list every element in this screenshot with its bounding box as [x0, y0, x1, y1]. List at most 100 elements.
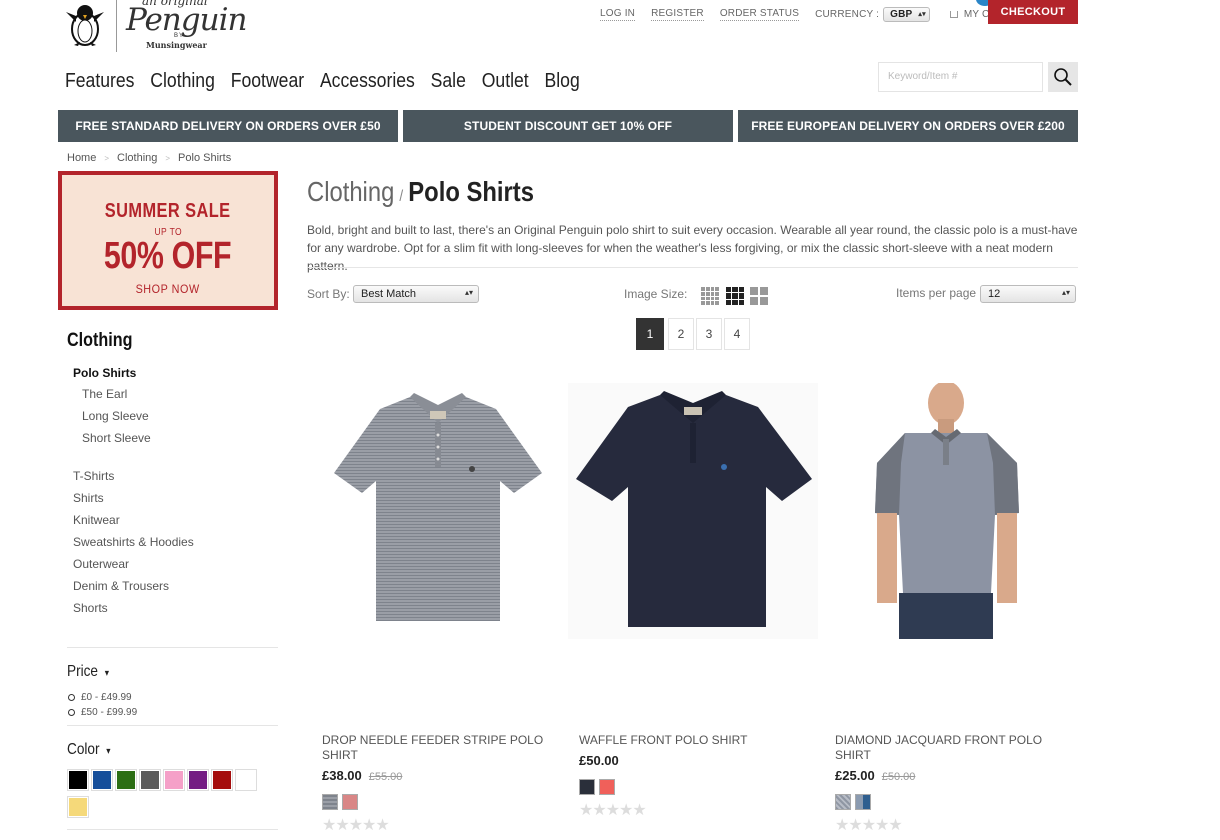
currency-label: CURRENCY :	[815, 8, 880, 20]
brand-logo[interactable]: an original Penguin BY Munsingwear	[58, 0, 247, 56]
product-price: £38.00 £55.00	[322, 768, 402, 783]
sidebar-item-denim-trousers[interactable]: Denim & Trousers	[73, 579, 169, 593]
chevron-right-icon: >	[165, 153, 171, 163]
select-arrows-icon: ▴▾	[464, 288, 473, 297]
sidebar-item-polo-shirts[interactable]: Polo Shirts	[73, 366, 136, 380]
utility-links: LOG IN REGISTER ORDER STATUS CURRENCY : …	[600, 6, 1010, 22]
items-per-page-value: 12	[988, 288, 1001, 300]
radio-icon	[68, 709, 75, 716]
logo-munsingwear: Munsingwear	[146, 40, 207, 50]
breadcrumb-home[interactable]: Home	[67, 152, 96, 164]
logo-by: BY	[174, 33, 185, 39]
sidebar-item-long-sleeve[interactable]: Long Sleeve	[82, 409, 149, 423]
nav-blog[interactable]: Blog	[545, 70, 580, 93]
chevron-right-icon: >	[104, 153, 110, 163]
sidebar-item-short-sleeve[interactable]: Short Sleeve	[82, 431, 151, 445]
color-swatch[interactable]	[115, 769, 137, 791]
register-link[interactable]: REGISTER	[651, 7, 704, 21]
nav-sale[interactable]: Sale	[431, 70, 466, 93]
product-swatch[interactable]	[322, 794, 338, 810]
color-filter-toggle[interactable]: Color ▾	[67, 741, 111, 759]
promo-student-discount[interactable]: STUDENT DISCOUNT GET 10% OFF	[403, 110, 733, 142]
sidebar-item-knitwear[interactable]: Knitwear	[73, 513, 120, 527]
sidebar-item-t-shirts[interactable]: T-Shirts	[73, 469, 114, 483]
page-3[interactable]: 3	[696, 318, 722, 350]
login-link[interactable]: LOG IN	[600, 7, 636, 21]
items-per-page-select[interactable]: 12 ▴▾	[980, 285, 1076, 303]
promo-free-delivery[interactable]: FREE STANDARD DELIVERY ON ORDERS OVER £5…	[58, 110, 398, 142]
sidebar-item-shorts[interactable]: Shorts	[73, 601, 108, 615]
price-filter-toggle[interactable]: Price ▾	[67, 663, 109, 681]
caret-down-icon: ▾	[104, 668, 110, 679]
page-2[interactable]: 2	[668, 318, 694, 350]
currency-select[interactable]: GBP ▴▾	[883, 6, 930, 22]
sale-shop-now: SHOP NOW	[135, 282, 201, 296]
page-1[interactable]: 1	[636, 318, 664, 350]
rating-stars: ★★★★★	[835, 817, 903, 834]
image-size-label: Image Size:	[624, 287, 688, 301]
search-button[interactable]	[1048, 62, 1078, 92]
logo-divider	[116, 0, 117, 52]
grid-medium-icon[interactable]	[726, 287, 744, 305]
breadcrumb-current: Polo Shirts	[178, 152, 232, 164]
color-swatch[interactable]	[91, 769, 113, 791]
breadcrumb-clothing[interactable]: Clothing	[117, 152, 157, 164]
nav-accessories[interactable]: Accessories	[320, 70, 415, 93]
sidebar-item-outerwear[interactable]: Outerwear	[73, 557, 129, 571]
color-swatch[interactable]	[187, 769, 209, 791]
order-status-link[interactable]: ORDER STATUS	[719, 7, 800, 21]
product-swatch[interactable]	[835, 794, 851, 810]
divider	[67, 725, 278, 726]
color-swatch[interactable]	[139, 769, 161, 791]
color-swatch[interactable]	[235, 769, 257, 791]
sale-title: SUMMER SALE	[105, 200, 231, 222]
nav-features[interactable]: Features	[65, 70, 134, 93]
product-image-diamond-jacquard[interactable]	[835, 383, 1057, 639]
page-4[interactable]: 4	[724, 318, 750, 350]
caret-down-icon: ▾	[106, 746, 111, 757]
product-name[interactable]: DROP NEEDLE FEEDER STRIPE POLO SHIRT	[322, 733, 552, 763]
color-swatch[interactable]	[67, 796, 89, 818]
promo-european-delivery[interactable]: FREE EUROPEAN DELIVERY ON ORDERS OVER £2…	[738, 110, 1078, 142]
search-input[interactable]: Keyword/Item #	[878, 62, 1043, 92]
items-per-page-label: Items per page	[896, 286, 977, 300]
color-swatch[interactable]	[211, 769, 233, 791]
sidebar-item-the-earl[interactable]: The Earl	[82, 387, 127, 401]
nav-footwear[interactable]: Footwear	[231, 70, 304, 93]
summer-sale-banner[interactable]: SUMMER SALE UP TO 50% OFF SHOP NOW	[58, 171, 278, 310]
price-filter-heading: Price	[67, 663, 98, 680]
product-name[interactable]: WAFFLE FRONT POLO SHIRT	[579, 733, 779, 748]
product-swatch[interactable]	[342, 794, 358, 810]
sort-select[interactable]: Best Match ▴▾	[353, 285, 479, 303]
product-name[interactable]: DIAMOND JACQUARD FRONT POLO SHIRT	[835, 733, 1065, 763]
color-filter-heading: Color	[67, 741, 100, 758]
rating-stars: ★★★★★	[322, 817, 390, 834]
sort-value: Best Match	[361, 288, 417, 300]
price-current: £38.00	[322, 768, 362, 783]
price-option-0-49[interactable]: £0 - £49.99	[68, 692, 132, 703]
product-image-waffle-front[interactable]	[568, 383, 818, 639]
sidebar-heading: Clothing	[67, 330, 133, 351]
price-current: £50.00	[579, 753, 619, 768]
select-arrows-icon: ▴▾	[1061, 288, 1070, 297]
nav-outlet[interactable]: Outlet	[482, 70, 529, 93]
grid-large-icon[interactable]	[750, 287, 768, 305]
product-swatch[interactable]	[579, 779, 595, 795]
price-option-label: £0 - £49.99	[81, 692, 132, 703]
product-image-drop-needle[interactable]	[322, 383, 554, 639]
select-arrows-icon: ▴▾	[918, 11, 926, 18]
nav-clothing[interactable]: Clothing	[150, 70, 215, 93]
sidebar-item-shirts[interactable]: Shirts	[73, 491, 104, 505]
price-was: £55.00	[368, 771, 403, 783]
search-icon	[1054, 68, 1072, 86]
product-swatch[interactable]	[855, 794, 871, 810]
grid-small-icon[interactable]	[701, 287, 719, 305]
product-swatch[interactable]	[599, 779, 615, 795]
penguin-logo-icon	[66, 5, 104, 46]
sidebar-item-sweatshirts-hoodies[interactable]: Sweatshirts & Hoodies	[73, 535, 194, 549]
price-current: £25.00	[835, 768, 875, 783]
checkout-button[interactable]: CHECKOUT	[988, 0, 1078, 24]
color-swatch[interactable]	[163, 769, 185, 791]
color-swatch[interactable]	[67, 769, 89, 791]
price-option-50-99[interactable]: £50 - £99.99	[68, 707, 137, 718]
